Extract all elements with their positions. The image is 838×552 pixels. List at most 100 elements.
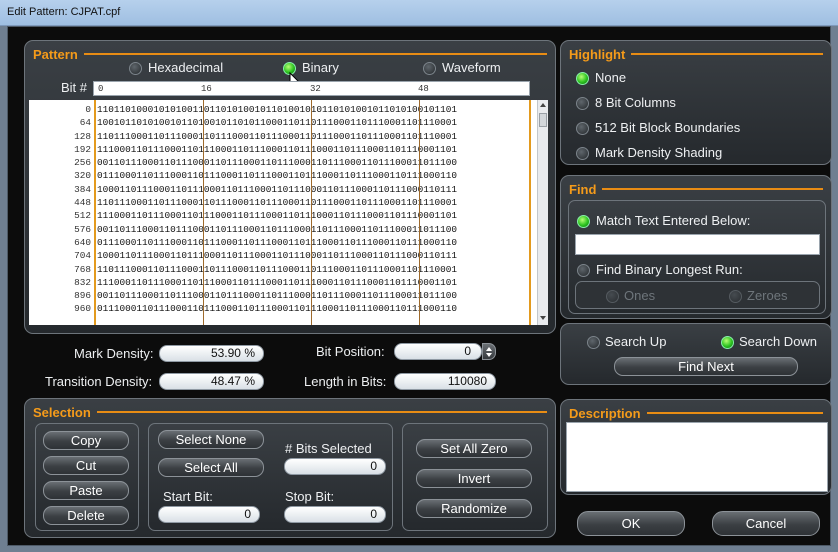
stop-bit-field[interactable]: 0 (284, 506, 386, 523)
bit-row[interactable]: 1101110001101110001101110001101110001101… (97, 263, 533, 276)
run-type-group: Ones Zeroes (575, 281, 820, 309)
search-up-label[interactable]: Search Up (605, 334, 666, 349)
search-up-radio[interactable] (587, 336, 600, 349)
ruler-tick-48: 48 (418, 84, 429, 94)
row-address: 640 (74, 236, 91, 248)
bit-row[interactable]: 0011011100011011100011011100011011100011… (97, 223, 533, 236)
highlight-none-radio[interactable] (576, 72, 589, 85)
waveform-radio[interactable] (423, 62, 436, 75)
bit-row[interactable]: 1110001101110001101110001101110001101110… (97, 143, 533, 156)
scroll-up-icon[interactable] (540, 103, 546, 107)
invert-button[interactable]: Invert (416, 469, 532, 488)
search-down-radio[interactable] (721, 336, 734, 349)
waveform-label[interactable]: Waveform (442, 60, 501, 75)
selection-end-marker (529, 100, 531, 325)
bit-position-field[interactable]: 0 (394, 343, 482, 360)
zeroes-label[interactable]: Zeroes (747, 288, 787, 303)
row-address: 704 (74, 250, 91, 262)
bit-row[interactable]: 1000110111000110111000110111000110111000… (97, 183, 533, 196)
row-address: 384 (74, 183, 91, 195)
title-bar: Edit Pattern: CJPAT.cpf (0, 0, 838, 26)
spin-down-icon[interactable] (486, 353, 492, 357)
highlight-512bit-boundaries-label[interactable]: 512 Bit Block Boundaries (595, 120, 740, 135)
bit-editor[interactable]: 0 64 128 192 256 320 384 448 512 576 640 704 768 832 8… (29, 100, 548, 325)
row-address: 448 (74, 197, 91, 209)
row-address: 64 (79, 117, 91, 129)
window-title: Edit Pattern: CJPAT.cpf (7, 6, 121, 18)
row-address: 192 (74, 143, 91, 155)
row-address: 832 (74, 276, 91, 288)
selection-start-marker (94, 100, 96, 325)
match-text-radio[interactable] (577, 215, 590, 228)
cut-button[interactable]: Cut (43, 456, 129, 475)
scrollbar-thumb[interactable] (539, 113, 547, 127)
bit-row[interactable]: 0111000110111000110111000110111000110111… (97, 169, 533, 182)
ok-button[interactable]: OK (577, 511, 685, 536)
column-divider-32 (311, 100, 312, 325)
bit-row[interactable]: 0011011100011011100011011100011011100011… (97, 289, 533, 302)
cancel-button[interactable]: Cancel (712, 511, 820, 536)
paste-button[interactable]: Paste (43, 481, 129, 500)
ones-label[interactable]: Ones (624, 288, 655, 303)
ruler-tick-0: 0 (98, 84, 104, 94)
ruler-tick-32: 32 (310, 84, 321, 94)
bit-editor-scrollbar[interactable] (537, 100, 548, 325)
row-address: 128 (74, 130, 91, 142)
bit-ruler: 0 16 32 48 (93, 81, 530, 96)
start-bit-field[interactable]: 0 (158, 506, 260, 523)
highlight-panel: Highlight None 8 Bit Columns 512 Bit Blo… (560, 40, 832, 165)
bit-grid[interactable]: 1101101000101010011011010100101101001010… (97, 103, 533, 322)
bit-row[interactable]: 1101110001101110001101110001101110001101… (97, 130, 533, 143)
longest-run-radio[interactable] (577, 264, 590, 277)
bit-row[interactable]: 1110001101110001101110001101110001101110… (97, 209, 533, 222)
highlight-512bit-boundaries-radio[interactable] (576, 122, 589, 135)
bit-row[interactable]: 1101101000101010011011010100101101001010… (97, 103, 533, 116)
binary-label[interactable]: Binary (302, 60, 339, 75)
select-all-button[interactable]: Select All (158, 458, 264, 477)
description-panel: Description (560, 399, 832, 495)
highlight-mark-density-radio[interactable] (576, 147, 589, 160)
bit-position-spinner[interactable] (482, 343, 496, 360)
bit-row[interactable]: 0111000110111000110111000110111000110111… (97, 302, 533, 315)
highlight-mark-density-label[interactable]: Mark Density Shading (595, 145, 722, 160)
start-bit-label: Start Bit: (163, 489, 213, 504)
spin-up-icon[interactable] (486, 347, 492, 351)
copy-button[interactable]: Copy (43, 431, 129, 450)
highlight-8bit-columns-label[interactable]: 8 Bit Columns (595, 95, 676, 110)
highlight-8bit-columns-radio[interactable] (576, 97, 589, 110)
hexadecimal-label[interactable]: Hexadecimal (148, 60, 223, 75)
transition-density-field: 48.47 % (159, 373, 264, 390)
find-next-button[interactable]: Find Next (614, 357, 798, 376)
zeroes-radio[interactable] (729, 290, 742, 303)
description-panel-title: Description (569, 405, 823, 421)
hexadecimal-radio[interactable] (129, 62, 142, 75)
length-in-bits-field: 110080 (394, 373, 496, 390)
row-address: 256 (74, 157, 91, 169)
bit-row[interactable]: 1000110111000110111000110111000110111000… (97, 249, 533, 262)
row-address: 320 (74, 170, 91, 182)
ones-radio[interactable] (606, 290, 619, 303)
selection-panel-title: Selection (33, 404, 547, 420)
find-panel: Find Match Text Entered Below: Find Bina… (560, 175, 832, 319)
match-text-input[interactable] (575, 234, 820, 255)
edit-pattern-window: Edit Pattern: CJPAT.cpf Pattern Hexadeci… (0, 0, 838, 552)
highlight-none-label[interactable]: None (595, 70, 626, 85)
highlight-panel-title: Highlight (569, 46, 823, 62)
set-all-zero-button[interactable]: Set All Zero (416, 439, 532, 458)
match-text-label[interactable]: Match Text Entered Below: (596, 213, 750, 228)
bit-row[interactable]: 0111000110111000110111000110111000110111… (97, 236, 533, 249)
search-down-label[interactable]: Search Down (739, 334, 817, 349)
select-none-button[interactable]: Select None (158, 430, 264, 449)
bit-row[interactable]: 1110001101110001101110001101110001101110… (97, 276, 533, 289)
column-divider-16 (203, 100, 204, 325)
bit-row[interactable]: 0011011100011011100011011100011011100011… (97, 156, 533, 169)
row-address: 960 (74, 303, 91, 315)
row-address: 576 (74, 223, 91, 235)
description-text[interactable] (566, 422, 828, 492)
delete-button[interactable]: Delete (43, 506, 129, 525)
scroll-down-icon[interactable] (540, 316, 546, 320)
longest-run-label[interactable]: Find Binary Longest Run: (596, 262, 743, 277)
bit-row[interactable]: 1101110001101110001101110001101110001101… (97, 196, 533, 209)
randomize-button[interactable]: Randomize (416, 499, 532, 518)
bit-row[interactable]: 1001011010100101101001011010110001101101… (97, 116, 533, 129)
